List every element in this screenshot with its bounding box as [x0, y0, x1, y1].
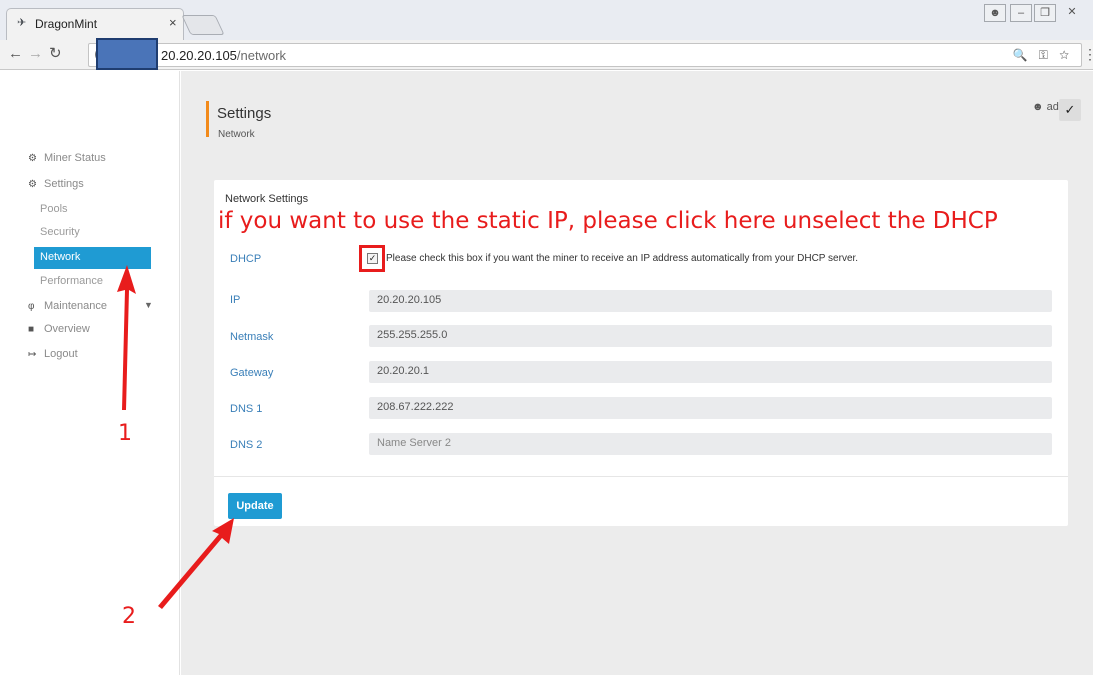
arrow-1 — [117, 265, 136, 410]
browser-window: ✈ DragonMint × ☻ – ❐ ✕ ← → ↻ i 20.20.20.… — [0, 0, 1093, 675]
annotation-step-2: 2 — [122, 604, 136, 629]
annotation-arrows — [117, 265, 234, 609]
arrow-2 — [158, 518, 234, 609]
annotation-step-1: 1 — [118, 421, 132, 446]
